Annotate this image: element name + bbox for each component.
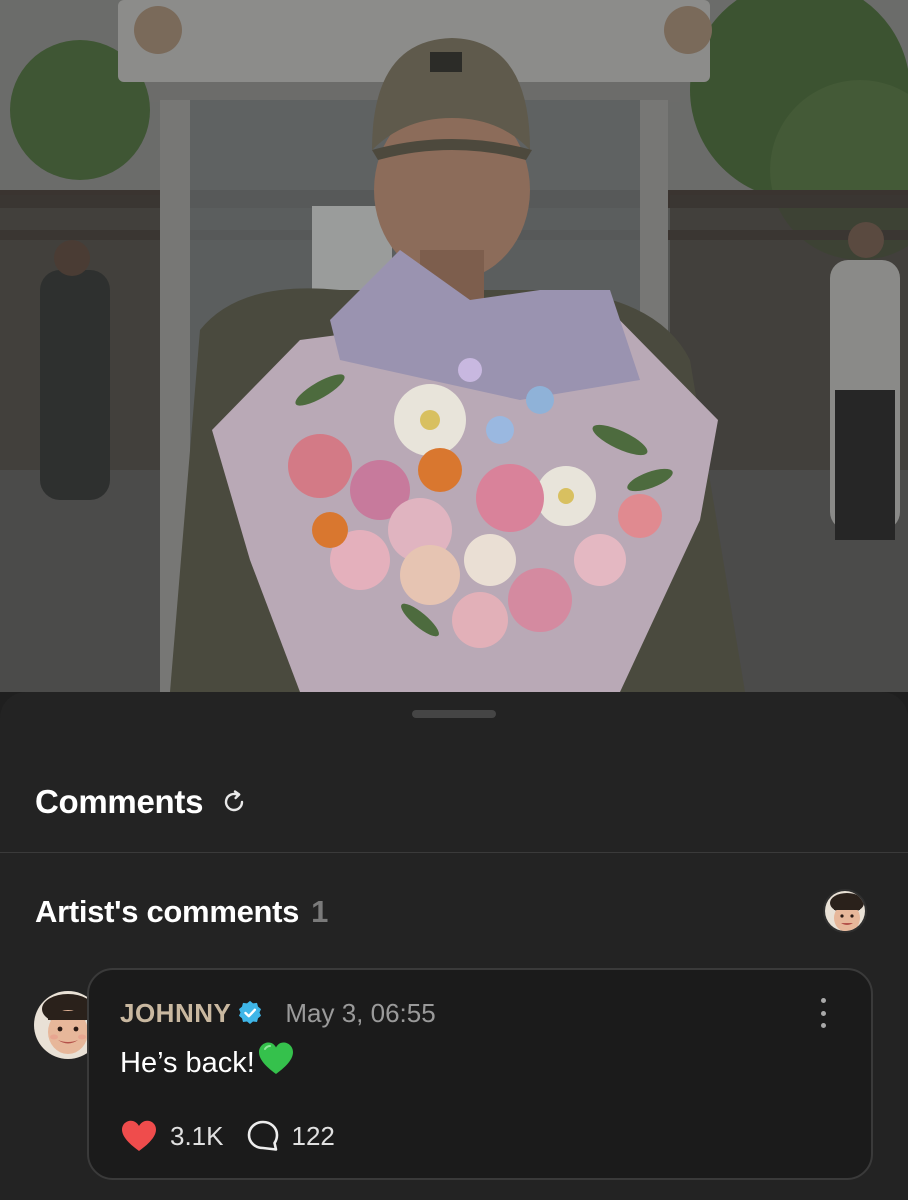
artist-avatar[interactable] <box>823 889 867 933</box>
sheet-drag-handle[interactable] <box>412 710 496 718</box>
comment-body: He’s back! <box>120 1040 295 1086</box>
comment-text: He’s back! <box>120 1047 255 1079</box>
like-count: 3.1K <box>170 1120 224 1151</box>
artist-comment-card[interactable]: JOHNNY May 3, 06:55 He’s back! 3.1K 122 <box>87 968 873 1180</box>
artist-comments-header[interactable]: Artist's comments 1 <box>35 892 328 932</box>
post-photo[interactable] <box>0 0 908 692</box>
comment-header: JOHNNY May 3, 06:55 <box>120 996 436 1030</box>
reply-button[interactable]: 122 <box>246 1119 335 1153</box>
refresh-icon[interactable] <box>219 787 249 817</box>
comments-header: Comments <box>35 782 249 822</box>
green-heart-icon <box>257 1040 295 1086</box>
reply-bubble-icon <box>247 1120 278 1151</box>
comment-author-name[interactable]: JOHNNY <box>120 998 231 1029</box>
reply-count: 122 <box>291 1120 335 1151</box>
artist-comments-count: 1 <box>311 894 329 929</box>
comment-timestamp: May 3, 06:55 <box>285 997 436 1028</box>
comments-sheet: Comments Artist's comments 1 JOHNNY May … <box>0 692 908 1200</box>
like-button[interactable]: 3.1K <box>120 1119 224 1153</box>
artist-comments-title: Artist's comments <box>35 894 300 929</box>
more-options-icon[interactable] <box>811 998 835 1028</box>
divider <box>0 852 908 853</box>
heart-icon <box>122 1120 156 1151</box>
comments-title: Comments <box>35 783 204 820</box>
verified-badge-icon <box>237 1000 263 1026</box>
comment-stats: 3.1K 122 <box>120 1116 335 1156</box>
